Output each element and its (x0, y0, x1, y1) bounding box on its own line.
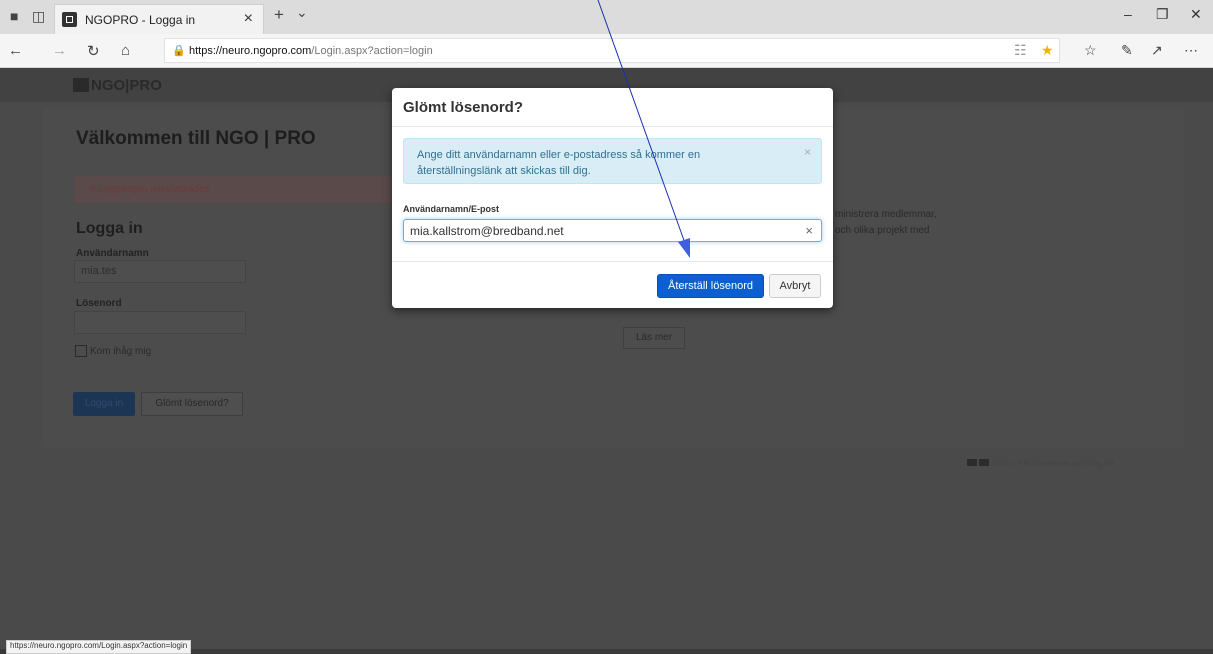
annotation-arrow (597, 0, 690, 258)
status-bar-url: https://neuro.ngopro.com/Login.aspx?acti… (6, 640, 192, 654)
